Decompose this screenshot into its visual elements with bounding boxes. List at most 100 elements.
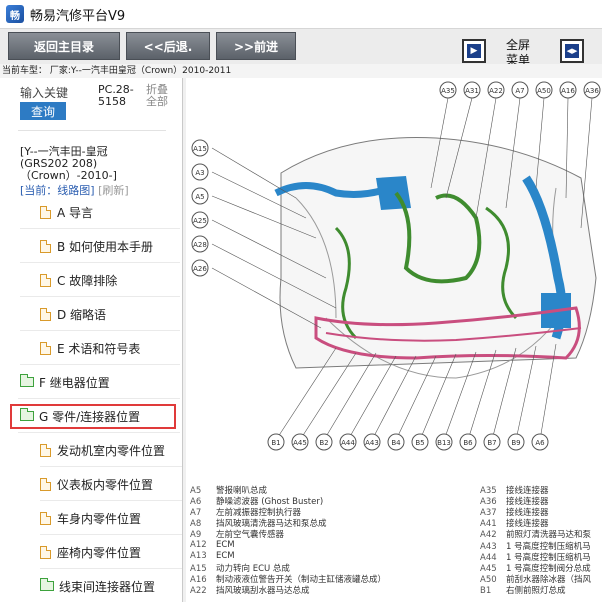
tree-item-instrument-panel-parts[interactable]: 仪表板内零件位置: [40, 468, 182, 501]
folder-icon: [20, 374, 34, 387]
tree-item-label: 发动机室内零件位置: [57, 443, 166, 458]
label-circle: A7: [511, 81, 529, 99]
tree-item-label: D 缩略语: [57, 307, 107, 322]
label-circle: B1: [267, 433, 285, 451]
expand-panel-button[interactable]: ◀▶: [560, 39, 584, 63]
document-icon: [40, 307, 51, 321]
tree-item-engine-room-parts[interactable]: 发动机室内零件位置: [40, 434, 182, 467]
title-bar: 畅 畅易汽修平台V9: [0, 0, 602, 28]
svg-text:A45: A45: [293, 439, 307, 447]
svg-text:A43: A43: [365, 439, 379, 447]
label-circle: A43: [363, 433, 381, 451]
legend-row: A12 ECM: [190, 540, 235, 550]
legend-row: A42 前照灯清洗器马达和泵: [480, 530, 592, 540]
tree-item-label: 座椅内零件位置: [57, 545, 142, 560]
svg-text:A28: A28: [193, 241, 207, 249]
fold-all-button[interactable]: 折叠 全部: [146, 84, 168, 108]
svg-text:B6: B6: [463, 439, 473, 447]
sidebar: 输入关键 查询 PC.28- 5158 折叠 全部 [Y--一汽丰田-皇冠 (G…: [0, 78, 183, 602]
document-icon: [40, 239, 51, 253]
label-circle: A28: [191, 235, 209, 253]
label-circle: A16: [559, 81, 577, 99]
label-circle: A26: [191, 259, 209, 277]
svg-text:A7: A7: [515, 87, 524, 95]
double-arrow-icon: ◀▶: [565, 44, 579, 58]
pc-code: PC.28- 5158: [98, 84, 134, 108]
search-input[interactable]: 输入关键: [20, 84, 80, 101]
back-button[interactable]: <<后退.: [126, 32, 210, 60]
document-icon: [40, 477, 51, 491]
selection-highlight: [10, 404, 176, 429]
legend-row: B1 右侧前照灯总成: [480, 586, 566, 596]
svg-text:B2: B2: [319, 439, 328, 447]
tree-item-label: E 术语和符号表: [57, 341, 141, 356]
label-circle: A5: [191, 187, 209, 205]
label-circle: A44: [339, 433, 357, 451]
tree-item-body-parts[interactable]: 车身内零件位置: [40, 502, 182, 535]
svg-text:B9: B9: [511, 439, 520, 447]
label-circle: B6: [459, 433, 477, 451]
tree-item-seat-parts[interactable]: 座椅内零件位置: [40, 536, 182, 569]
svg-text:A16: A16: [561, 87, 575, 95]
wiring-diagram-view[interactable]: A35 A31 A22 A7 A50 A16 A36 A15 A3 A5 A25…: [186, 78, 602, 602]
label-circle: B13: [435, 433, 453, 451]
svg-text:B1: B1: [271, 439, 280, 447]
label-circle: B4: [387, 433, 405, 451]
legend-row: A9 左前空气囊传感器: [190, 530, 285, 540]
svg-text:A50: A50: [537, 87, 551, 95]
home-button[interactable]: 返回主目录: [8, 32, 120, 60]
arrow-right-icon: ▶: [467, 44, 481, 58]
svg-text:B13: B13: [437, 439, 451, 447]
fold-line2: 全部: [146, 95, 168, 108]
tree-item-relay-location[interactable]: F 继电器位置: [18, 366, 180, 399]
tree-item-intro[interactable]: A 导言: [20, 196, 180, 229]
tree-item-label: F 继电器位置: [39, 375, 110, 390]
tree-item-terms-symbols[interactable]: E 术语和符号表: [20, 332, 180, 365]
tree-item-abbreviations[interactable]: D 缩略语: [20, 298, 180, 331]
label-circle: A3: [191, 163, 209, 181]
fullscreen-label: 全屏: [506, 38, 531, 52]
svg-text:A26: A26: [193, 265, 207, 273]
document-icon: [40, 273, 51, 287]
svg-text:A5: A5: [195, 193, 204, 201]
tree-item-harness-connector[interactable]: 线束间连接器位置: [40, 570, 182, 602]
app-title: 畅易汽修平台V9: [30, 8, 126, 24]
svg-text:A25: A25: [193, 217, 207, 225]
svg-text:A15: A15: [193, 145, 207, 153]
divider: [18, 130, 166, 131]
svg-text:A6: A6: [535, 439, 545, 447]
search-area: 输入关键 查询 PC.28- 5158 折叠 全部: [0, 78, 182, 138]
vehicle-info: [Y--一汽丰田-皇冠 (GRS202 208) （Crown）-2010-]: [20, 146, 160, 182]
search-button[interactable]: 查询: [20, 102, 66, 120]
tree-item-label: 车身内零件位置: [57, 511, 142, 526]
label-circle: B5: [411, 433, 429, 451]
label-circle: A36: [583, 81, 601, 99]
label-circle: A25: [191, 211, 209, 229]
current-car-model: 当前车型： 厂家:Y--一汽丰田皇冠（Crown）2010-2011: [0, 64, 602, 78]
svg-text:B7: B7: [487, 439, 496, 447]
tree-item-label: 线束间连接器位置: [59, 579, 156, 594]
tree-item-label: B 如何使用本手册: [57, 239, 154, 254]
svg-text:A44: A44: [341, 439, 355, 447]
document-icon: [40, 341, 51, 355]
label-circle: A6: [531, 433, 549, 451]
tree-item-label: C 故障排除: [57, 273, 118, 288]
app-logo-icon: 畅: [6, 5, 24, 23]
label-circle: A50: [535, 81, 553, 99]
label-circle: A22: [487, 81, 505, 99]
forward-button[interactable]: >>前进: [216, 32, 296, 60]
document-icon: [40, 545, 51, 559]
document-icon: [40, 443, 51, 457]
svg-text:A36: A36: [585, 87, 599, 95]
tree-item-label: 仪表板内零件位置: [57, 477, 154, 492]
label-circle: B7: [483, 433, 501, 451]
label-circle: A31: [463, 81, 481, 99]
tree-item-label: A 导言: [57, 205, 94, 220]
tree-item-how-to-use[interactable]: B 如何使用本手册: [20, 230, 180, 263]
tree-item-troubleshooting[interactable]: C 故障排除: [20, 264, 180, 297]
label-circle: B2: [315, 433, 333, 451]
document-icon: [40, 511, 51, 525]
collapse-panel-button[interactable]: ▶: [462, 39, 486, 63]
legend-row: A22 挡风玻璃刮水器马达总成: [190, 586, 310, 596]
label-circle: A45: [291, 433, 309, 451]
